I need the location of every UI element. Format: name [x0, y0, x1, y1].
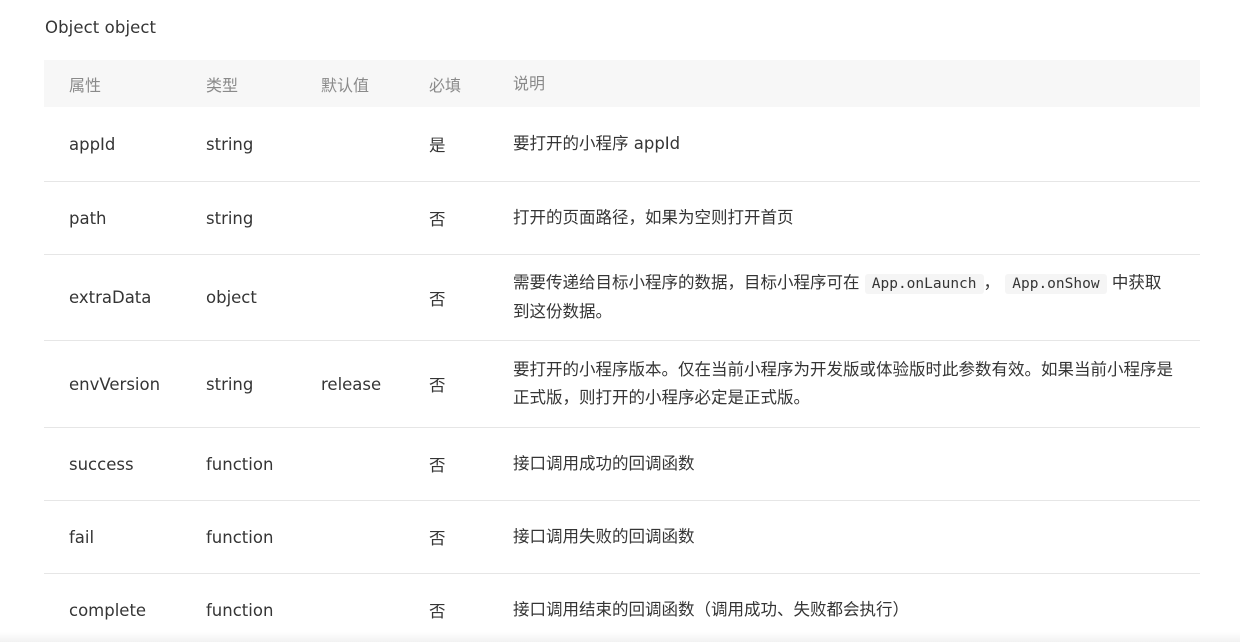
cell-prop: path	[69, 208, 107, 228]
table-header: 属性 类型 默认值 必填 说明	[44, 60, 1200, 107]
cell-prop: fail	[69, 527, 95, 547]
cell-prop: success	[69, 454, 134, 474]
table-row: success function 否 接口调用成功的回调函数	[44, 428, 1200, 501]
cell-desc: 接口调用失败的回调函数	[513, 527, 695, 546]
cell-prop: appId	[69, 134, 116, 154]
cell-desc: 要打开的小程序 appId	[513, 134, 681, 153]
cell-type: function	[206, 600, 274, 620]
cell-desc: 需要传递给目标小程序的数据，目标小程序可在 App.onLaunch， App.…	[513, 269, 1175, 326]
cell-type: object	[206, 288, 257, 307]
cell-required: 否	[429, 289, 446, 309]
cell-required: 是	[429, 136, 446, 155]
code-app-onlaunch: App.onLaunch	[864, 274, 984, 294]
cell-prop: extraData	[69, 288, 152, 307]
section-title: Object object	[45, 18, 157, 37]
cell-required: 否	[429, 210, 446, 229]
table-row: extraData object 否 需要传递给目标小程序的数据，目标小程序可在…	[44, 255, 1200, 341]
cell-desc: 打开的页面路径，如果为空则打开首页	[513, 208, 794, 227]
cell-type: function	[206, 527, 274, 547]
cell-desc: 要打开的小程序版本。仅在当前小程序为开发版或体验版时此参数有效。如果当前小程序是…	[513, 360, 1173, 407]
cell-prop: complete	[69, 600, 147, 620]
header-default: 默认值	[321, 75, 370, 95]
header-prop: 属性	[69, 75, 102, 95]
cell-type: string	[206, 374, 254, 394]
desc-text-prefix: 需要传递给目标小程序的数据，目标小程序可在	[513, 273, 860, 292]
cell-type: string	[206, 208, 254, 228]
cell-type: function	[206, 454, 274, 474]
params-table: 属性 类型 默认值 必填 说明 appId string 是 要打开的小程序 a…	[44, 60, 1200, 642]
cell-required: 否	[429, 529, 446, 548]
cell-required: 否	[429, 376, 446, 395]
header-required: 必填	[429, 75, 462, 95]
cell-desc: 接口调用成功的回调函数	[513, 454, 695, 473]
table-row: envVersion string release 否 要打开的小程序版本。仅在…	[44, 341, 1200, 428]
header-desc: 说明	[513, 73, 546, 93]
desc-separator: ，	[983, 273, 1001, 292]
cell-required: 否	[429, 456, 446, 475]
table-row: path string 否 打开的页面路径，如果为空则打开首页	[44, 182, 1200, 255]
cell-desc: 接口调用结束的回调函数（调用成功、失败都会执行）	[513, 600, 909, 619]
table-row: fail function 否 接口调用失败的回调函数	[44, 501, 1200, 574]
header-type: 类型	[206, 75, 239, 95]
cell-prop: envVersion	[69, 374, 161, 394]
cell-default: release	[321, 374, 382, 394]
bottom-fade	[0, 632, 1240, 642]
code-app-onshow: App.onShow	[1005, 274, 1107, 294]
cell-type: string	[206, 134, 254, 154]
table-row: appId string 是 要打开的小程序 appId	[44, 107, 1200, 182]
cell-required: 否	[429, 602, 446, 621]
doc-page: Object object 属性 类型 默认值 必填 说明 appId stri…	[0, 0, 1240, 642]
